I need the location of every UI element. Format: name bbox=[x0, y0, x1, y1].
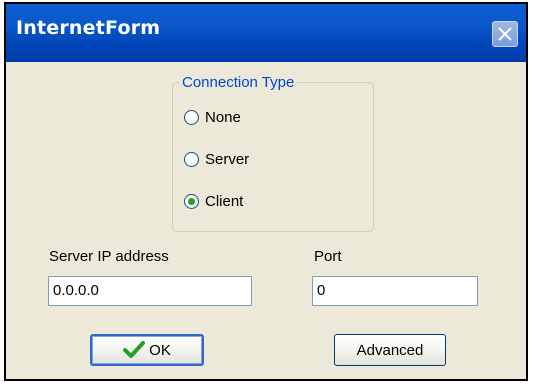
radio-none[interactable]: None bbox=[184, 107, 241, 127]
internet-form-window: InternetForm Connection Type None Server… bbox=[4, 2, 528, 381]
advanced-button-label: Advanced bbox=[356, 341, 424, 359]
port-label: Port bbox=[314, 248, 342, 265]
radio-none-label[interactable]: None bbox=[205, 109, 241, 126]
checkmark-icon bbox=[123, 341, 146, 358]
server-ip-input[interactable]: 0.0.0.0 bbox=[48, 276, 252, 306]
radio-client-label[interactable]: Client bbox=[205, 193, 243, 210]
connection-type-label: Connection Type bbox=[180, 74, 297, 91]
radio-server[interactable]: Server bbox=[184, 149, 249, 169]
server-ip-label: Server IP address bbox=[49, 248, 169, 265]
radio-server-label[interactable]: Server bbox=[205, 151, 249, 168]
advanced-button[interactable]: Advanced bbox=[334, 334, 446, 366]
radio-none-circle[interactable] bbox=[184, 109, 199, 125]
title-bar[interactable]: InternetForm bbox=[6, 4, 526, 62]
radio-selected-dot bbox=[188, 197, 195, 205]
radio-client-circle[interactable] bbox=[184, 193, 199, 209]
ok-button[interactable]: OK bbox=[90, 334, 204, 366]
port-input[interactable]: 0 bbox=[312, 276, 478, 306]
radio-server-circle[interactable] bbox=[184, 151, 199, 167]
close-button[interactable] bbox=[492, 21, 518, 47]
ok-button-label: OK bbox=[149, 341, 171, 359]
window-title: InternetForm bbox=[16, 17, 161, 39]
radio-client[interactable]: Client bbox=[184, 191, 243, 211]
close-icon bbox=[498, 27, 512, 41]
